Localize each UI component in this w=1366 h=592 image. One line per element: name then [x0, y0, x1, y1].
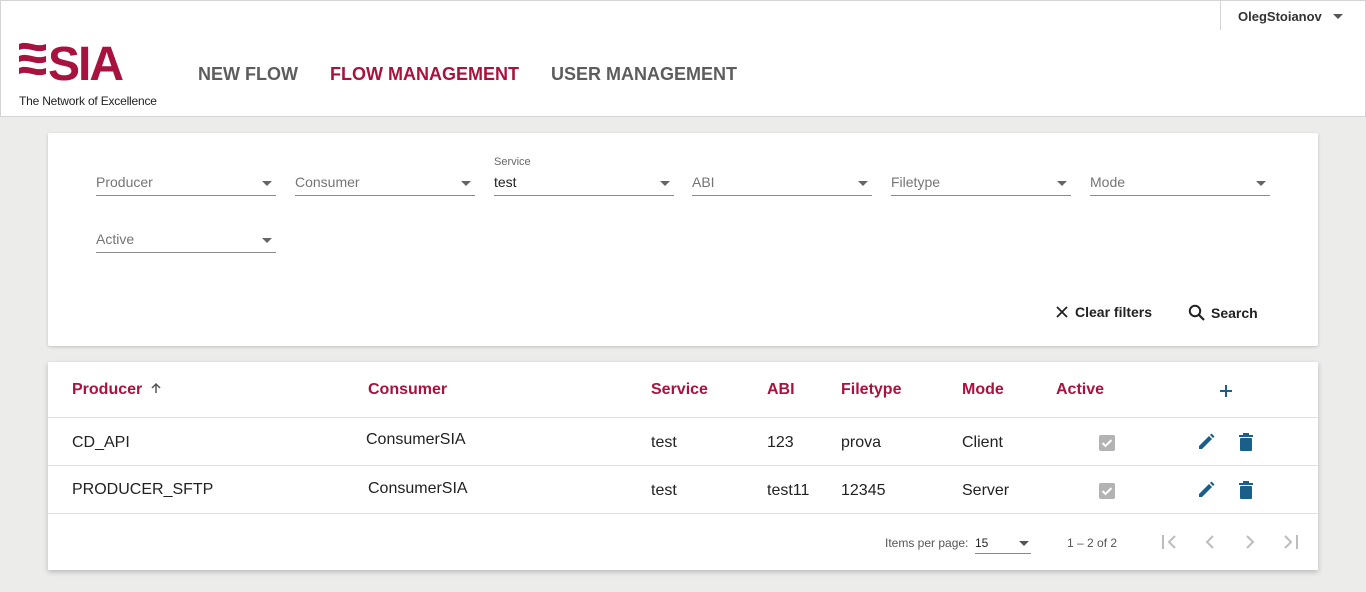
column-header-abi[interactable]: ABI	[767, 381, 795, 399]
dropdown-arrow-icon	[858, 181, 868, 186]
add-flow-button[interactable]	[1218, 383, 1234, 404]
abi-placeholder: ABI	[692, 174, 715, 190]
cell-abi: test11	[767, 482, 810, 499]
cell-abi: 123	[767, 434, 794, 451]
filetype-select[interactable]: Filetype	[891, 156, 1071, 196]
items-per-page-select[interactable]: 15	[975, 530, 1031, 554]
items-per-page-value: 15	[975, 536, 989, 550]
previous-page-button[interactable]	[1202, 533, 1218, 556]
consumer-select[interactable]: Consumer	[295, 156, 475, 196]
dropdown-arrow-icon	[1256, 181, 1266, 186]
producer-select[interactable]: Producer	[96, 156, 276, 196]
cell-mode: Client	[962, 434, 1003, 451]
dropdown-arrow-icon	[660, 181, 670, 186]
mode-select[interactable]: Mode	[1090, 156, 1270, 196]
trash-icon	[1239, 481, 1253, 499]
dropdown-arrow-icon	[1019, 541, 1029, 546]
last-page-icon	[1284, 535, 1298, 549]
edit-button[interactable]	[1197, 433, 1215, 456]
next-page-button[interactable]	[1242, 533, 1258, 556]
cell-service: test	[651, 482, 677, 499]
close-icon	[1056, 306, 1068, 318]
dropdown-arrow-icon	[461, 181, 471, 186]
cell-mode: Server	[962, 482, 1010, 499]
column-header-mode[interactable]: Mode	[962, 381, 1004, 399]
abi-select[interactable]: ABI	[692, 156, 872, 196]
producer-placeholder: Producer	[96, 174, 153, 190]
chevron-left-icon	[1205, 535, 1214, 549]
mode-placeholder: Mode	[1090, 174, 1126, 190]
filetype-placeholder: Filetype	[891, 174, 941, 190]
delete-button[interactable]	[1238, 481, 1254, 504]
cell-filetype: 12345	[841, 482, 886, 499]
service-label: Service	[494, 156, 531, 168]
plus-icon	[1220, 385, 1232, 397]
svg-text:SIA: SIA	[48, 40, 123, 90]
main-nav: NEW FLOW FLOW MANAGEMENT USER MANAGEMENT	[198, 64, 769, 85]
active-select[interactable]: Active	[96, 213, 276, 253]
dropdown-arrow-icon	[1057, 181, 1067, 186]
logo-tagline: The Network of Excellence	[19, 94, 157, 108]
consumer-placeholder: Consumer	[295, 174, 360, 190]
search-label: Search	[1211, 305, 1258, 321]
search-icon	[1188, 304, 1205, 321]
first-page-button[interactable]	[1160, 533, 1180, 556]
clear-filters-label: Clear filters	[1075, 304, 1153, 320]
user-name: OlegStoianov	[1238, 8, 1322, 24]
cell-filetype: prova	[841, 434, 882, 451]
edit-button[interactable]	[1197, 481, 1215, 504]
dropdown-arrow-icon	[262, 238, 272, 243]
cell-consumer: ConsumerSIA	[368, 480, 468, 497]
first-page-icon	[1162, 535, 1176, 549]
flows-table: Producer Consumer Service ABI Filetype M…	[48, 362, 1318, 570]
sort-arrow-up-icon	[151, 382, 161, 393]
column-header-service[interactable]: Service	[651, 381, 708, 399]
chevron-down-icon	[1333, 14, 1343, 19]
delete-button[interactable]	[1238, 433, 1254, 456]
search-button[interactable]: Search	[1188, 304, 1258, 322]
column-header-producer[interactable]: Producer	[72, 381, 162, 399]
items-per-page-label: Items per page:	[885, 536, 969, 550]
filter-panel: Producer Consumer Service test ABI Filet…	[48, 133, 1318, 346]
cell-service: test	[651, 434, 677, 451]
cell-consumer: ConsumerSIA	[366, 431, 466, 448]
user-menu[interactable]: OlegStoianov	[1220, 1, 1365, 31]
cell-producer: PRODUCER_SFTP	[72, 481, 214, 498]
active-checkbox	[1099, 483, 1115, 499]
service-select[interactable]: Service test	[494, 156, 674, 196]
nav-user-management[interactable]: USER MANAGEMENT	[551, 64, 737, 85]
active-placeholder: Active	[96, 231, 135, 247]
nav-flow-management[interactable]: FLOW MANAGEMENT	[330, 64, 519, 85]
nav-new-flow[interactable]: NEW FLOW	[198, 64, 298, 85]
pencil-icon	[1199, 481, 1215, 497]
sia-logo-mark: SIA	[19, 38, 125, 91]
top-bar: OlegStoianov	[0, 0, 1366, 31]
check-icon	[1101, 487, 1113, 496]
clear-filters-button[interactable]: Clear filters	[1054, 304, 1152, 320]
page-range-label: 1 – 2 of 2	[1067, 536, 1118, 550]
column-header-filetype[interactable]: Filetype	[841, 381, 901, 399]
app-header: SIA The Network of Excellence NEW FLOW F…	[0, 30, 1366, 117]
dropdown-arrow-icon	[262, 181, 272, 186]
cell-producer: CD_API	[72, 434, 130, 451]
check-icon	[1101, 439, 1113, 448]
pencil-icon	[1199, 433, 1215, 449]
column-header-consumer[interactable]: Consumer	[368, 381, 447, 399]
trash-icon	[1239, 433, 1253, 451]
chevron-right-icon	[1246, 535, 1255, 549]
sia-logo[interactable]: SIA The Network of Excellence	[18, 38, 168, 110]
last-page-button[interactable]	[1280, 533, 1300, 556]
service-value: test	[494, 174, 517, 190]
column-header-active[interactable]: Active	[1056, 381, 1104, 399]
active-checkbox	[1099, 435, 1115, 451]
